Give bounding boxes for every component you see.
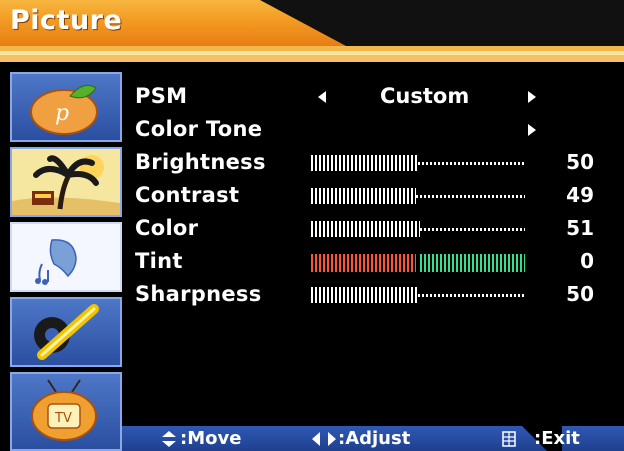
tools-icon [34,304,99,360]
sidebar-item-input[interactable]: TV [10,372,122,451]
color-slider[interactable] [311,221,525,237]
menu-row-contrast[interactable]: Contrast 49 [122,179,624,212]
contrast-label: Contrast [135,183,240,207]
psm-left-arrow-icon[interactable] [318,91,326,103]
up-down-arrows-icon [162,431,176,447]
slider-track [420,228,525,231]
contrast-slider[interactable] [311,188,525,204]
brightness-label: Brightness [135,150,266,174]
picture-icon: p [30,84,98,135]
footer-adjust-text: :Adjust [338,428,411,449]
slider-track [418,294,525,297]
sidebar-item-sound[interactable] [10,222,122,292]
menu-row-brightness[interactable]: Brightness 50 [122,146,624,179]
slider-track [418,162,525,165]
menu-row-color[interactable]: Color 51 [122,212,624,245]
tint-value: 0 [580,249,594,273]
footer-exit-text: :Exit [534,428,580,449]
tint-label: Tint [135,249,183,273]
color-tone-right-arrow-icon[interactable] [528,124,536,136]
menu-list: PSM Custom Color Tone Brightness 50 Cont… [122,62,624,426]
menu-row-tint[interactable]: Tint 0 [122,245,624,278]
slider-fill [311,221,420,237]
sharpness-slider[interactable] [311,287,525,303]
sidebar-item-palm[interactable] [10,147,122,217]
menu-row-color-tone[interactable]: Color Tone [122,113,624,146]
tint-red-bar [311,254,416,272]
tint-slider[interactable] [311,254,525,272]
slider-fill [311,188,416,204]
menu-header: Picture [0,0,624,62]
slider-track [416,195,525,198]
sidebar-item-picture[interactable]: p [10,72,122,142]
picture-icon-letter: p [55,101,69,126]
header-stripe [0,55,624,62]
brightness-slider[interactable] [311,155,525,171]
slider-fill [311,287,418,303]
sharpness-label: Sharpness [135,282,262,306]
color-tone-label: Color Tone [135,117,263,141]
slider-fill [311,155,418,171]
left-right-arrows-icon [312,432,336,446]
footer-move-text: :Move [180,428,242,449]
color-label: Color [135,216,199,240]
menu-row-sharpness[interactable]: Sharpness 50 [122,278,624,311]
psm-label: PSM [135,84,188,108]
brightness-value: 50 [566,150,594,174]
palm-island-icon [12,149,120,215]
dolphin-music-icon [35,239,77,285]
tv-icon-letters: TV [54,411,72,426]
sidebar-item-setup[interactable] [10,297,122,367]
psm-right-arrow-icon[interactable] [528,91,536,103]
contrast-value: 49 [566,183,594,207]
tv-icon: TV [31,379,97,441]
sharpness-value: 50 [566,282,594,306]
menu-grid-icon [502,431,516,447]
tint-green-bar [420,254,525,272]
psm-value: Custom [380,84,470,108]
color-value: 51 [566,216,594,240]
footer-help-bar: :Move :Adjust :Exit [122,426,624,451]
menu-row-psm[interactable]: PSM Custom [122,80,624,113]
sidebar: p TV [0,62,122,451]
menu-title: Picture [10,5,123,36]
osd-screen: Picture p TV PSM Custom Color Tone Brigh… [0,0,624,451]
